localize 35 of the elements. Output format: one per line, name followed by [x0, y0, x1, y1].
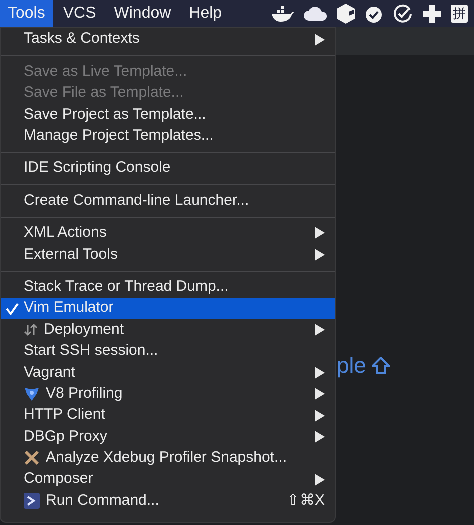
cube-icon[interactable]	[337, 4, 355, 24]
menu-item[interactable]: IDE Scripting Console	[1, 158, 335, 180]
menu-item[interactable]: Vagrant	[1, 362, 335, 384]
menu-item[interactable]: Save Project as Template...	[1, 104, 335, 126]
whale-icon[interactable]	[271, 6, 295, 22]
shortcut-text: ⇧⌘X	[286, 490, 325, 511]
menu-bar-item[interactable]: Help	[181, 0, 230, 27]
menu-bar-item[interactable]: Tools	[0, 0, 54, 27]
menu-item[interactable]: Vim Emulator	[1, 298, 335, 320]
hint-text: ple	[337, 352, 366, 380]
menu-item[interactable]: Tasks & Contexts	[1, 29, 335, 50]
menu-item[interactable]: Composer	[1, 469, 335, 490]
menu-item[interactable]: Run Command... ⇧⌘X	[1, 490, 335, 512]
shift-icon	[372, 356, 390, 374]
menu-bar-item[interactable]: VCS	[55, 0, 104, 27]
plus-icon[interactable]	[422, 4, 442, 24]
check-circle-icon[interactable]	[393, 4, 413, 24]
shield-icon	[24, 386, 40, 402]
menu-item[interactable]: Start SSH session...	[1, 340, 335, 362]
menu-item[interactable]: Deployment	[1, 319, 335, 341]
terminal-icon	[24, 493, 40, 510]
menu-item[interactable]: V8 Profiling	[1, 383, 335, 405]
menu-item[interactable]: Create Command-line Launcher...	[1, 190, 335, 212]
menu-item[interactable]: Stack Trace or Thread Dump...	[1, 276, 335, 298]
menu-item[interactable]: XML Actions	[1, 222, 335, 244]
menu-item[interactable]: Manage Project Templates...	[1, 126, 335, 147]
menu-item[interactable]: HTTP Client	[1, 404, 335, 426]
cloud-icon[interactable]	[304, 6, 328, 20]
menu-item[interactable]: Analyze Xdebug Profiler Snapshot...	[1, 448, 335, 470]
arrows-icon	[24, 322, 38, 337]
menu-item[interactable]: External Tools	[1, 244, 335, 266]
input-method-icon[interactable]: 拼	[451, 4, 468, 22]
cross-icon	[24, 450, 40, 466]
menu-item[interactable]: DBGp Proxy	[1, 426, 335, 448]
menu-bar-item[interactable]: Window	[106, 0, 180, 27]
